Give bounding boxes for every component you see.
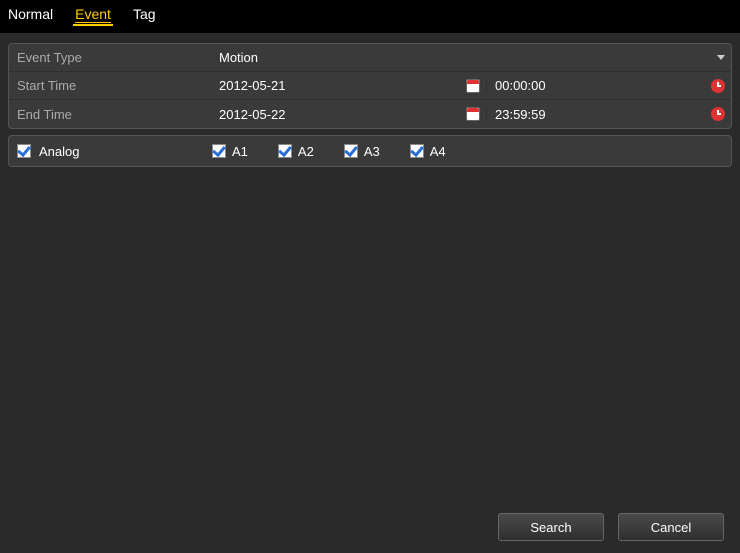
row-start-time: Start Time 2012-05-21 00:00:00	[9, 72, 731, 100]
start-date-field[interactable]: 2012-05-21	[219, 78, 486, 93]
checkbox-a1[interactable]	[212, 144, 226, 158]
tab-tag[interactable]: Tag	[131, 4, 158, 26]
label-end-time: End Time	[9, 107, 219, 122]
label-a2: A2	[298, 144, 314, 159]
row-end-time: End Time 2012-05-22 23:59:59	[9, 100, 731, 128]
label-a4: A4	[430, 144, 446, 159]
channels-panel: Analog A1 A2 A3 A4	[8, 135, 732, 167]
label-a3: A3	[364, 144, 380, 159]
end-time-value: 23:59:59	[495, 107, 546, 122]
channels-row: Analog A1 A2 A3 A4	[9, 136, 731, 166]
calendar-icon[interactable]	[466, 107, 480, 121]
clock-icon[interactable]	[711, 79, 725, 93]
row-event-type: Event Type Motion	[9, 44, 731, 72]
cancel-button[interactable]: Cancel	[618, 513, 724, 541]
tab-event[interactable]: Event	[73, 4, 113, 26]
checkbox-a3[interactable]	[344, 144, 358, 158]
event-type-dropdown[interactable]: Motion	[219, 50, 731, 65]
search-button[interactable]: Search	[498, 513, 604, 541]
content-area: Event Type Motion Start Time 2012-05-21 …	[0, 33, 740, 183]
calendar-icon[interactable]	[466, 79, 480, 93]
start-date-value: 2012-05-21	[219, 78, 286, 93]
tab-bar: Normal Event Tag	[0, 0, 740, 33]
footer-buttons: Search Cancel	[498, 513, 724, 541]
checkbox-a2[interactable]	[278, 144, 292, 158]
label-analog: Analog	[39, 144, 79, 159]
search-criteria-panel: Event Type Motion Start Time 2012-05-21 …	[8, 43, 732, 129]
label-a1: A1	[232, 144, 248, 159]
checkbox-a4[interactable]	[410, 144, 424, 158]
checkbox-analog-all[interactable]	[17, 144, 31, 158]
label-event-type: Event Type	[9, 50, 219, 65]
label-start-time: Start Time	[9, 78, 219, 93]
end-date-value: 2012-05-22	[219, 107, 286, 122]
tab-normal[interactable]: Normal	[6, 4, 55, 26]
end-time-field[interactable]: 23:59:59	[486, 107, 731, 122]
event-type-value: Motion	[219, 50, 258, 65]
start-time-value: 00:00:00	[495, 78, 546, 93]
start-time-field[interactable]: 00:00:00	[486, 78, 731, 93]
end-date-field[interactable]: 2012-05-22	[219, 107, 486, 122]
clock-icon[interactable]	[711, 107, 725, 121]
chevron-down-icon	[717, 55, 725, 60]
